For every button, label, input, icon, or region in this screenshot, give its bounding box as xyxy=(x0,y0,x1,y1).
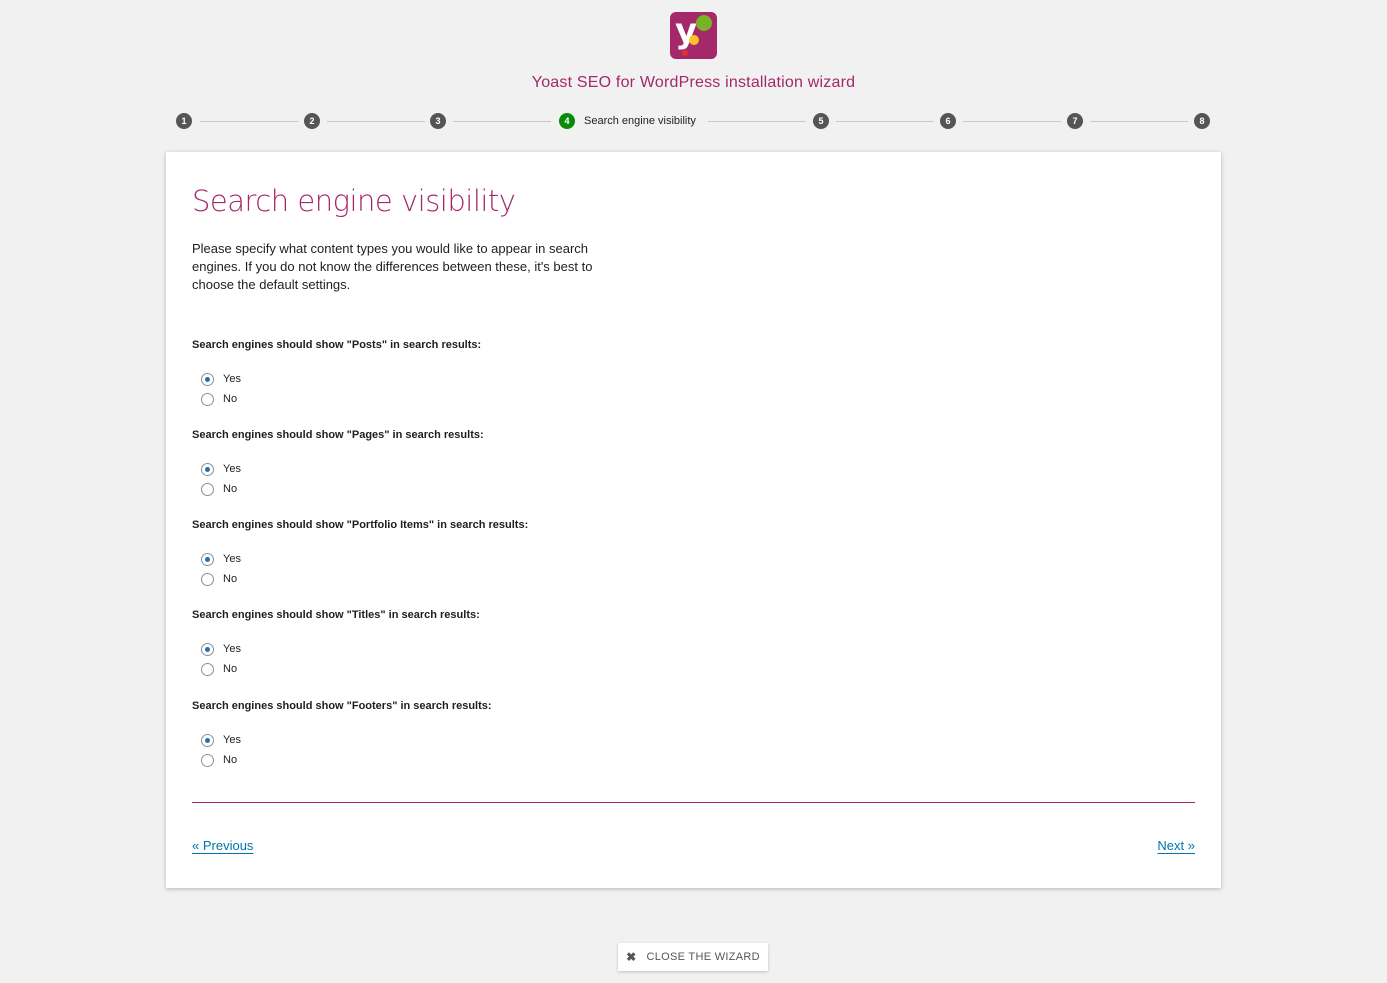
radio-option-yes[interactable]: Yes xyxy=(201,730,492,750)
option-label: No xyxy=(223,663,238,675)
step-connector xyxy=(708,121,806,122)
radio-button[interactable] xyxy=(201,462,214,476)
step-label: Search engine visibility xyxy=(584,115,696,127)
step-7[interactable]: 7 xyxy=(1067,113,1083,129)
option-label: Yes xyxy=(223,373,241,385)
question-label: Search engines should show "Portfolio It… xyxy=(192,519,529,531)
question-pages: Search engines should show "Pages" in se… xyxy=(192,429,484,499)
page-title: Search engine visibility xyxy=(192,184,516,218)
step-connector xyxy=(200,121,298,122)
previous-link[interactable]: « Previous xyxy=(192,838,253,853)
radio-button[interactable] xyxy=(201,372,214,386)
question-titles: Search engines should show "Titles" in s… xyxy=(192,609,480,679)
step-number: 5 xyxy=(813,113,829,129)
radio-button[interactable] xyxy=(201,642,214,656)
stepper: 1 2 3 4 Search engine visibility 5 6 7 8 xyxy=(176,113,1210,129)
step-number: 6 xyxy=(940,113,956,129)
step-8[interactable]: 8 xyxy=(1194,113,1210,129)
step-connector xyxy=(1090,121,1188,122)
option-label: Yes xyxy=(223,734,241,746)
radio-option-no[interactable]: No xyxy=(201,389,481,409)
option-label: Yes xyxy=(223,643,241,655)
option-label: No xyxy=(223,573,238,585)
radio-button[interactable] xyxy=(201,733,214,747)
wizard-title: Yoast SEO for WordPress installation wiz… xyxy=(531,74,856,91)
radio-button[interactable] xyxy=(201,572,214,586)
question-label: Search engines should show "Titles" in s… xyxy=(192,609,480,621)
step-connector xyxy=(963,121,1061,122)
radio-option-no[interactable]: No xyxy=(201,569,528,589)
divider xyxy=(192,802,1195,803)
radio-option-no[interactable]: No xyxy=(201,659,480,679)
question-label: Search engines should show "Posts" in se… xyxy=(192,339,482,351)
question-portfolio-items: Search engines should show "Portfolio It… xyxy=(192,519,528,589)
close-icon: ✖ xyxy=(626,950,637,964)
step-connector xyxy=(327,121,425,122)
option-label: Yes xyxy=(223,553,241,565)
intro-text: Please specify what content types you wo… xyxy=(192,241,593,292)
step-2[interactable]: 2 xyxy=(304,113,320,129)
radio-option-yes[interactable]: Yes xyxy=(201,639,480,659)
question-label: Search engines should show "Footers" in … xyxy=(192,700,492,712)
radio-button[interactable] xyxy=(201,662,214,676)
radio-option-no[interactable]: No xyxy=(201,750,492,770)
step-connector xyxy=(453,121,551,122)
radio-option-no[interactable]: No xyxy=(201,479,484,499)
option-label: No xyxy=(223,483,238,495)
yoast-logo-icon: y xyxy=(670,12,717,59)
radio-button[interactable] xyxy=(201,552,214,566)
wizard-card: Search engine visibility Please specify … xyxy=(166,152,1221,888)
next-link[interactable]: Next » xyxy=(1157,838,1195,853)
step-number: 1 xyxy=(176,113,192,129)
step-5[interactable]: 5 xyxy=(813,113,829,129)
close-wizard-label: CLOSE THE WIZARD xyxy=(646,951,760,963)
radio-button[interactable] xyxy=(201,392,214,406)
radio-button[interactable] xyxy=(201,482,214,496)
question-footers: Search engines should show "Footers" in … xyxy=(192,700,492,770)
step-4[interactable]: 4 Search engine visibility xyxy=(559,113,696,129)
step-number: 3 xyxy=(430,113,446,129)
radio-button[interactable] xyxy=(201,753,214,767)
radio-option-yes[interactable]: Yes xyxy=(201,549,528,569)
radio-option-yes[interactable]: Yes xyxy=(201,369,481,389)
step-1[interactable]: 1 xyxy=(176,113,192,129)
option-label: Yes xyxy=(223,463,241,475)
question-label: Search engines should show "Pages" in se… xyxy=(192,429,484,441)
step-number: 4 xyxy=(559,113,575,129)
question-posts: Search engines should show "Posts" in se… xyxy=(192,339,481,409)
step-number: 8 xyxy=(1194,113,1210,129)
step-connector xyxy=(836,121,934,122)
step-6[interactable]: 6 xyxy=(940,113,956,129)
option-label: No xyxy=(223,393,238,405)
close-wizard-button[interactable]: ✖ CLOSE THE WIZARD xyxy=(618,943,768,971)
step-3[interactable]: 3 xyxy=(430,113,446,129)
step-number: 2 xyxy=(304,113,320,129)
radio-option-yes[interactable]: Yes xyxy=(201,459,484,479)
step-number: 7 xyxy=(1067,113,1083,129)
option-label: No xyxy=(223,754,238,766)
